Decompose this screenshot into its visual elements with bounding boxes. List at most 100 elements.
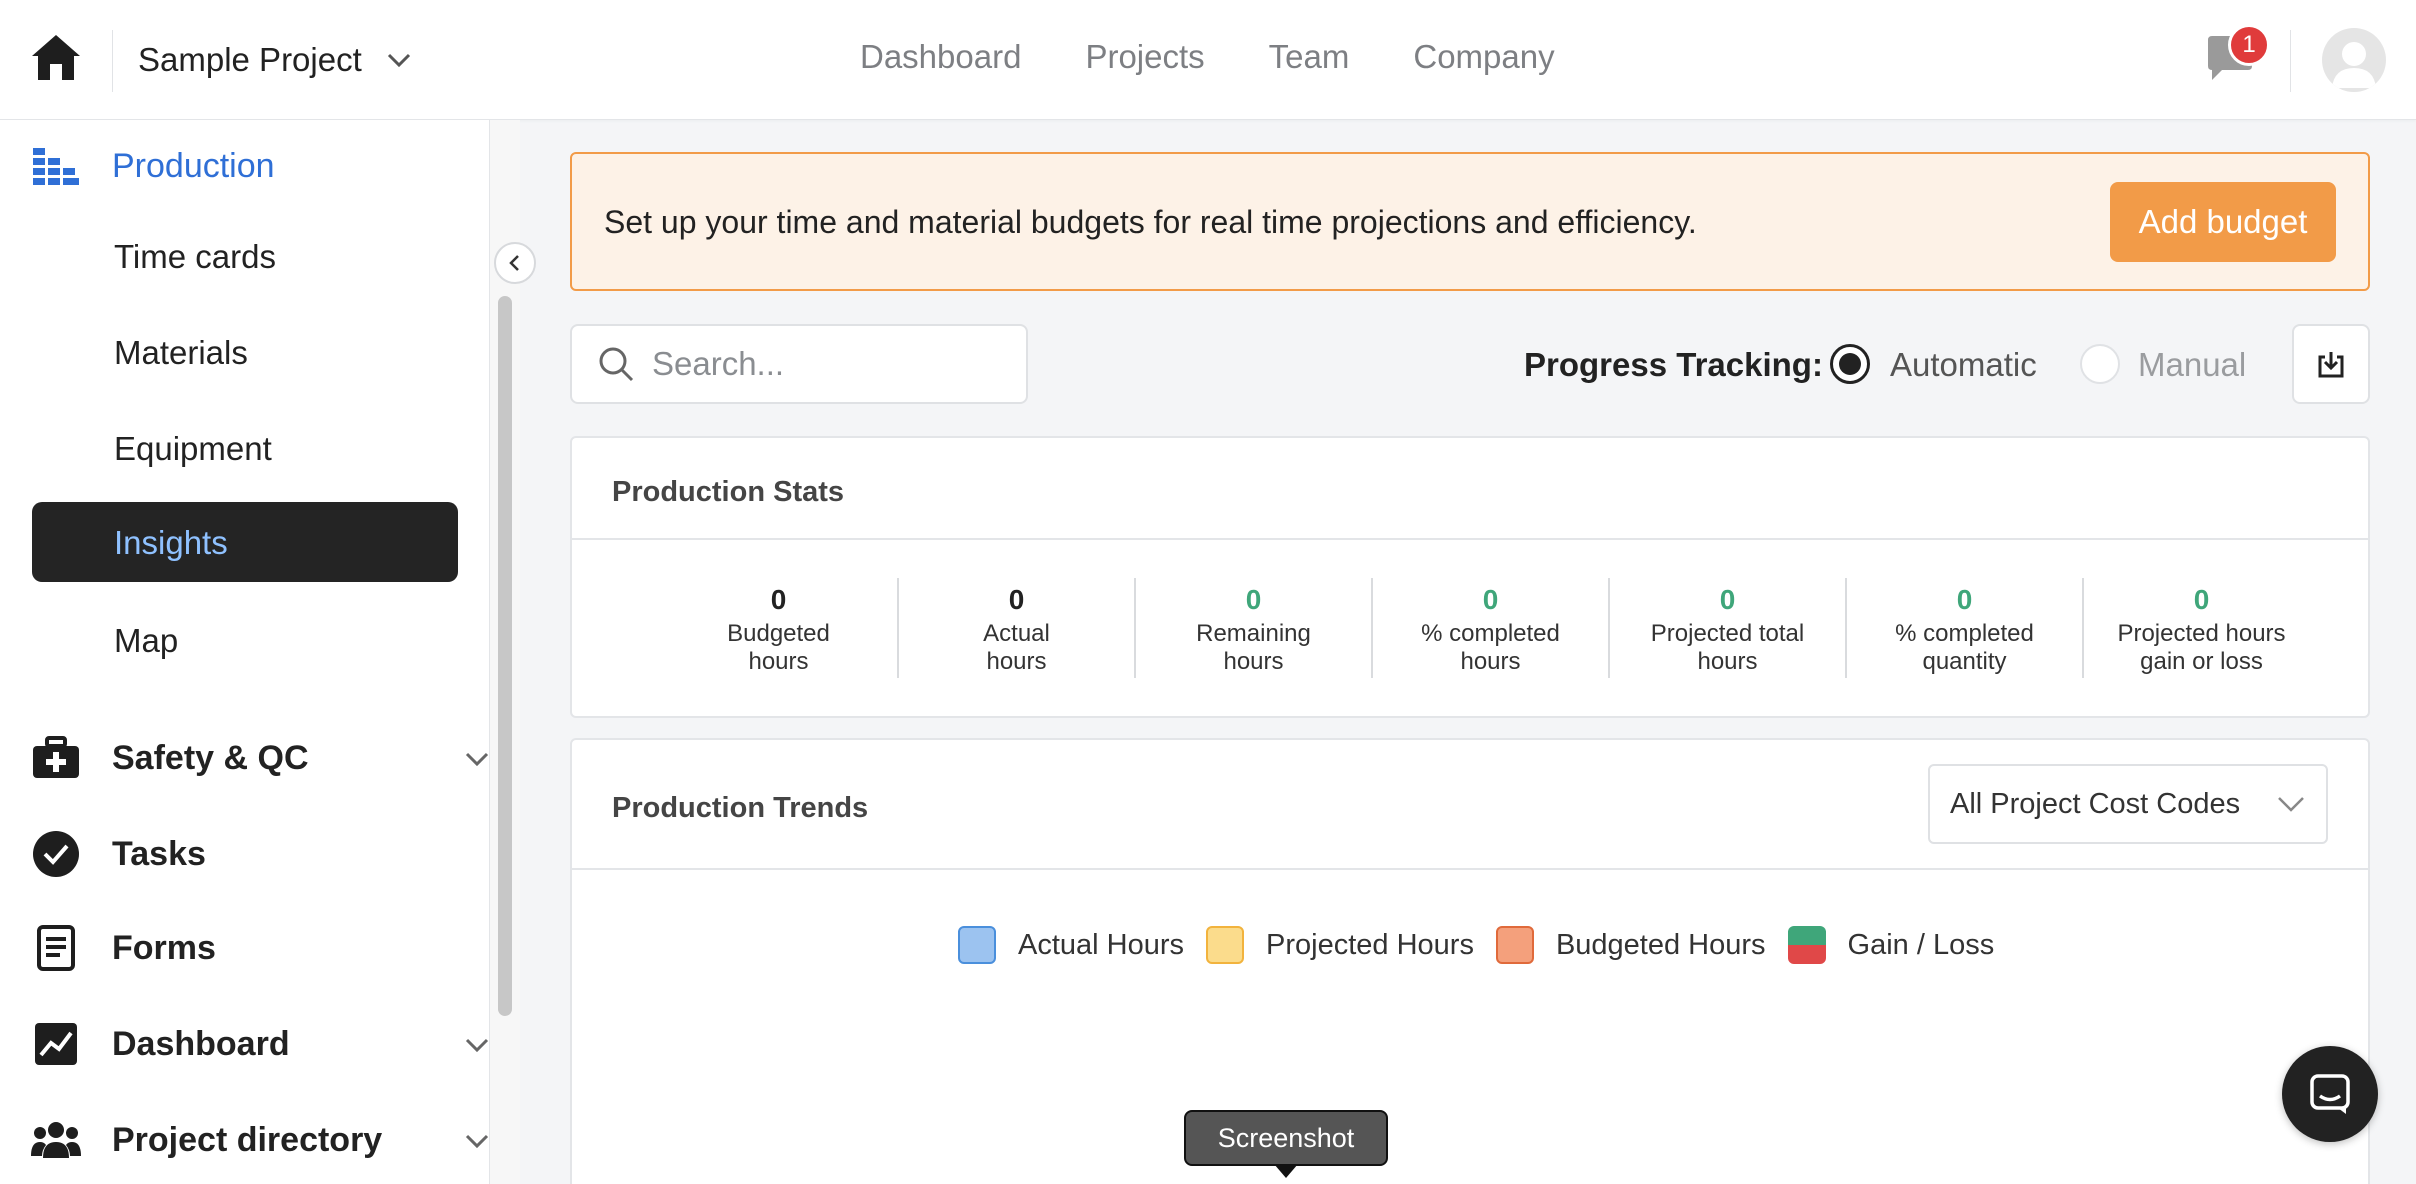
chevron-left-icon bbox=[509, 255, 519, 271]
sidebar-item-label: Forms bbox=[112, 928, 216, 967]
support-chat-button[interactable] bbox=[2282, 1046, 2378, 1142]
home-icon[interactable] bbox=[28, 32, 84, 84]
chart-legend: Actual Hours Projected Hours Budgeted Ho… bbox=[958, 926, 2016, 964]
nav-company[interactable]: Company bbox=[1413, 38, 1554, 76]
banner-text: Set up your time and material budgets fo… bbox=[604, 204, 1697, 240]
stat-label: Projected hours gain or loss bbox=[2117, 620, 2286, 675]
sidebar-item-time-cards[interactable]: Time cards bbox=[114, 238, 276, 276]
divider bbox=[572, 538, 2368, 540]
legend-label: Budgeted Hours bbox=[1555, 928, 1766, 961]
chat-icon bbox=[2310, 1074, 2350, 1114]
stat-value: 0 bbox=[1956, 584, 1973, 615]
legend-gain-loss[interactable]: Gain / Loss bbox=[1787, 926, 1995, 964]
screenshot-tooltip: Screenshot bbox=[1184, 1110, 1388, 1166]
stats-row: 0 Budgeted hours 0 Actual hours 0 Remainin… bbox=[660, 578, 2319, 678]
chevron-down-icon bbox=[387, 53, 410, 68]
stat-completed-quantity: 0 % completed quantity bbox=[1845, 578, 2082, 678]
legend-swatch bbox=[1206, 926, 1245, 964]
stat-label: Remaining hours bbox=[1196, 620, 1311, 675]
legend-swatch bbox=[958, 926, 996, 964]
stat-gain-loss: 0 Projected hours gain or loss bbox=[2082, 578, 2319, 678]
sidebar-item-tasks[interactable]: Tasks bbox=[30, 830, 206, 878]
divider bbox=[112, 30, 113, 92]
sidebar-item-label: Tasks bbox=[112, 834, 206, 873]
progress-tracking-label: Progress Tracking: bbox=[1524, 346, 1823, 383]
legend-label: Projected Hours bbox=[1266, 928, 1474, 961]
sidebar-item-label: Dashboard bbox=[112, 1024, 290, 1063]
export-button[interactable] bbox=[2292, 324, 2370, 404]
sidebar-item-equipment[interactable]: Equipment bbox=[114, 430, 272, 468]
notification-badge: 1 bbox=[2228, 24, 2270, 66]
legend-swatch bbox=[1495, 926, 1534, 964]
check-circle-icon bbox=[30, 830, 82, 878]
budget-banner: Set up your time and material budgets fo… bbox=[570, 152, 2370, 291]
search-input[interactable] bbox=[652, 345, 1012, 383]
cost-code-select[interactable]: All Project Cost Codes bbox=[1928, 764, 2328, 844]
nav-projects[interactable]: Projects bbox=[1085, 38, 1204, 76]
divider bbox=[2290, 30, 2291, 92]
top-bar: Sample Project Dashboard Projects Team C… bbox=[0, 0, 2416, 120]
main-nav: Dashboard Projects Team Company bbox=[860, 38, 1555, 76]
stat-label: Budgeted hours bbox=[727, 620, 830, 675]
avatar[interactable] bbox=[2322, 28, 2386, 92]
first-aid-kit-icon bbox=[30, 734, 82, 782]
stat-label: % completed hours bbox=[1421, 620, 1560, 675]
nav-team[interactable]: Team bbox=[1269, 38, 1350, 76]
sidebar-item-project-directory[interactable]: Project directory bbox=[30, 1116, 382, 1164]
stat-label: Actual hours bbox=[983, 620, 1050, 675]
stat-value: 0 bbox=[1245, 584, 1262, 615]
legend-label: Gain / Loss bbox=[1847, 928, 1995, 961]
sidebar: Production Time cards Materials Equipmen… bbox=[0, 120, 490, 1184]
select-value: All Project Cost Codes bbox=[1950, 787, 2241, 820]
stat-value: 0 bbox=[770, 584, 787, 615]
stat-budgeted-hours: 0 Budgeted hours bbox=[660, 578, 897, 678]
legend-label: Actual Hours bbox=[1018, 928, 1185, 961]
production-trends-card: Production Trends All Project Cost Codes… bbox=[570, 738, 2370, 1184]
sidebar-item-label: Insights bbox=[114, 524, 228, 561]
chevron-down-icon[interactable] bbox=[462, 1030, 492, 1060]
sidebar-item-production[interactable]: Production bbox=[30, 142, 275, 190]
stat-value: 0 bbox=[2193, 584, 2210, 615]
search-icon bbox=[599, 347, 634, 382]
radio-automatic[interactable] bbox=[1830, 344, 1870, 384]
divider bbox=[572, 868, 2368, 870]
form-document-icon bbox=[30, 924, 82, 972]
sidebar-item-label: Production bbox=[112, 146, 275, 185]
add-budget-button[interactable]: Add budget bbox=[2110, 182, 2336, 262]
sidebar-item-dashboard[interactable]: Dashboard bbox=[30, 1020, 290, 1068]
scrollbar-thumb[interactable] bbox=[498, 296, 512, 1016]
sidebar-item-safety-qc[interactable]: Safety & QC bbox=[30, 734, 309, 782]
stat-value: 0 bbox=[1719, 584, 1736, 615]
stat-value: 0 bbox=[1482, 584, 1499, 615]
legend-actual-hours[interactable]: Actual Hours bbox=[958, 926, 1184, 964]
tooltip-arrow bbox=[1274, 1164, 1298, 1178]
radio-manual[interactable] bbox=[2080, 344, 2120, 384]
collapse-sidebar-button[interactable] bbox=[494, 242, 536, 284]
people-icon bbox=[30, 1116, 82, 1164]
sidebar-item-label: Project directory bbox=[112, 1120, 383, 1159]
stat-label: % completed quantity bbox=[1895, 620, 2034, 675]
search-field[interactable] bbox=[570, 324, 1028, 404]
card-title: Production Stats bbox=[612, 476, 845, 508]
chevron-down-icon[interactable] bbox=[462, 744, 492, 774]
sidebar-item-map[interactable]: Map bbox=[114, 622, 178, 660]
sidebar-item-forms[interactable]: Forms bbox=[30, 924, 216, 972]
chevron-down-icon bbox=[2278, 797, 2304, 812]
automatic-label[interactable]: Automatic bbox=[1890, 346, 2037, 384]
sidebar-item-insights[interactable]: Insights bbox=[32, 502, 458, 582]
chevron-down-icon[interactable] bbox=[462, 1126, 492, 1156]
project-name: Sample Project bbox=[138, 41, 362, 78]
stat-completed-hours: 0 % completed hours bbox=[1371, 578, 1608, 678]
manual-label[interactable]: Manual bbox=[2138, 346, 2246, 384]
production-icon bbox=[30, 142, 82, 190]
nav-dashboard[interactable]: Dashboard bbox=[860, 38, 1021, 76]
project-selector[interactable]: Sample Project bbox=[138, 36, 414, 84]
legend-budgeted-hours[interactable]: Budgeted Hours bbox=[1495, 926, 1766, 964]
sidebar-item-materials[interactable]: Materials bbox=[114, 334, 248, 372]
stat-label: Projected total hours bbox=[1650, 620, 1805, 675]
legend-projected-hours[interactable]: Projected Hours bbox=[1206, 926, 1474, 964]
stat-value: 0 bbox=[1008, 584, 1025, 615]
chart-icon bbox=[30, 1020, 82, 1068]
card-title: Production Trends bbox=[612, 792, 869, 824]
legend-swatch bbox=[1787, 926, 1826, 964]
